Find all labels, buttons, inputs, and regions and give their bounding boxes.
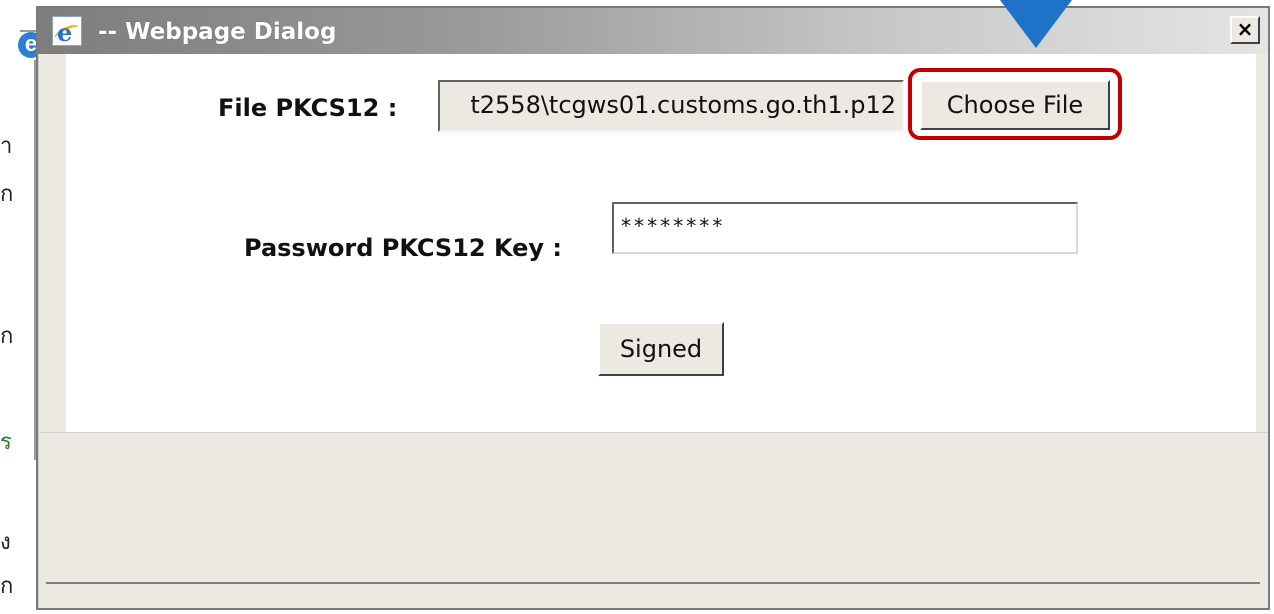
file-path-field[interactable]: t2558\tcgws01.customs.go.th1.p12 bbox=[438, 80, 904, 132]
parent-text-fragment: า bbox=[0, 134, 13, 159]
parent-text-fragment: ก bbox=[0, 324, 14, 349]
close-button[interactable]: × bbox=[1230, 16, 1260, 44]
webpage-dialog: e -- Webpage Dialog × File PKCS12 : t255… bbox=[36, 6, 1270, 610]
internet-explorer-icon: e bbox=[52, 16, 82, 47]
parent-link-fragment[interactable]: ร bbox=[0, 424, 12, 459]
parent-text-fragment: ก bbox=[0, 182, 14, 207]
parent-text-fragment: ง bbox=[0, 530, 11, 555]
parent-text-fragment: ก bbox=[0, 574, 14, 599]
file-path-value: t2558\tcgws01.customs.go.th1.p12 bbox=[470, 91, 896, 119]
close-icon: × bbox=[1236, 17, 1254, 41]
content-separator bbox=[38, 432, 1268, 433]
password-pkcs12-label: Password PKCS12 Key : bbox=[244, 234, 562, 262]
dialog-title: -- Webpage Dialog bbox=[98, 19, 337, 45]
choose-file-highlight bbox=[908, 68, 1122, 140]
dialog-bottom-border bbox=[46, 582, 1260, 584]
arrow-down-icon bbox=[1000, 0, 1072, 48]
password-input[interactable]: ******** bbox=[612, 202, 1078, 254]
file-pkcs12-label: File PKCS12 : bbox=[218, 94, 398, 122]
dialog-titlebar[interactable]: e -- Webpage Dialog × bbox=[38, 8, 1268, 54]
signed-button[interactable]: Signed bbox=[598, 322, 724, 376]
